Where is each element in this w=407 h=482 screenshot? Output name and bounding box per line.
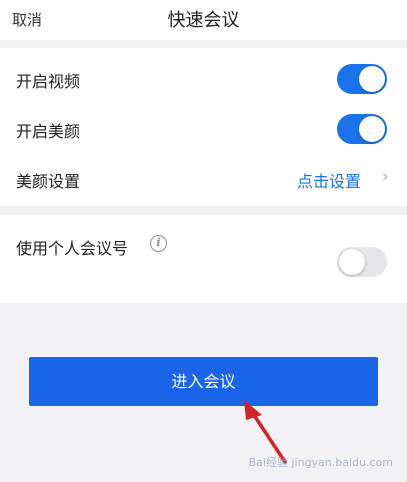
join-meeting-button[interactable]: 进入会议 bbox=[29, 357, 378, 406]
top-bar: 取消 快速会议 bbox=[0, 0, 407, 40]
beauty-settings-link[interactable]: 点击设置 bbox=[297, 168, 361, 192]
chevron-right-icon: › bbox=[381, 166, 389, 187]
info-icon[interactable]: i bbox=[150, 235, 167, 252]
beauty-settings-label: 美颜设置 bbox=[16, 172, 81, 191]
page-title: 快速会议 bbox=[167, 10, 240, 31]
video-label: 开启视频 bbox=[16, 72, 81, 91]
personal-id-toggle[interactable] bbox=[337, 247, 387, 277]
toggle-knob bbox=[339, 249, 365, 275]
settings-card: 开启视频 开启美颜 美颜设置 点击设置 › bbox=[0, 48, 407, 206]
beauty-settings-row[interactable]: 美颜设置 点击设置 › bbox=[0, 154, 407, 204]
personal-id-card: 使用个人会议号 i bbox=[0, 215, 407, 303]
watermark: Bai经验 jingyan.baidu.com bbox=[248, 456, 393, 469]
beauty-label: 开启美颜 bbox=[16, 122, 81, 141]
video-toggle[interactable] bbox=[337, 64, 387, 94]
beauty-row: 开启美颜 bbox=[0, 104, 407, 154]
beauty-toggle[interactable] bbox=[337, 114, 387, 144]
video-row: 开启视频 bbox=[0, 54, 407, 104]
toggle-knob bbox=[359, 116, 385, 142]
toggle-knob bbox=[359, 66, 385, 92]
personal-id-label: 使用个人会议号 bbox=[16, 239, 129, 258]
